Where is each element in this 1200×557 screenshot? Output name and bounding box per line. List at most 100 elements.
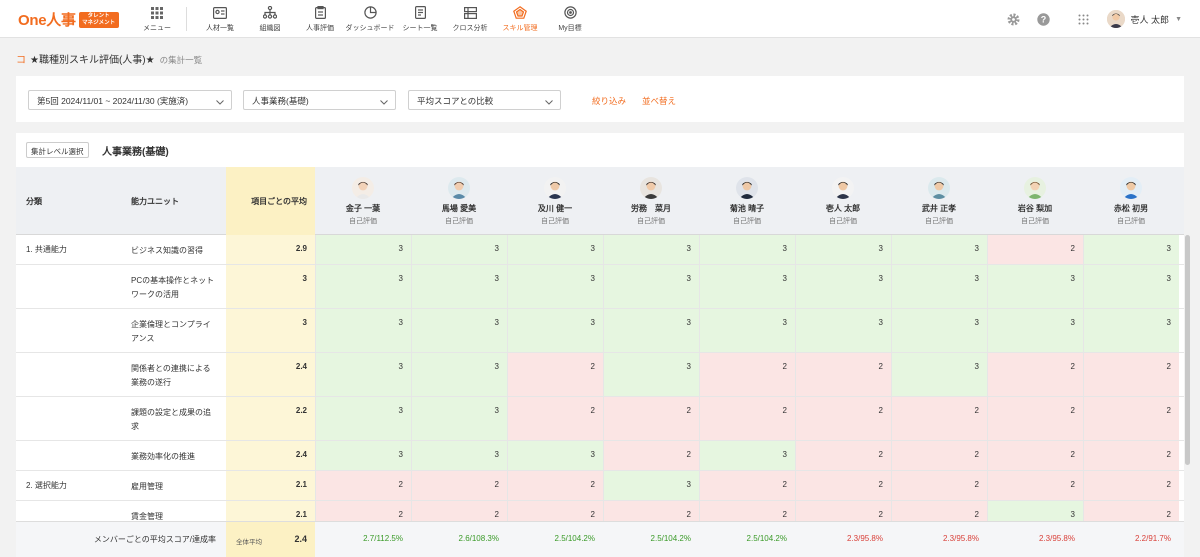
score-cell[interactable]: 2 — [1083, 441, 1179, 470]
score-cell[interactable]: 3 — [891, 309, 987, 352]
score-cell[interactable]: 3 — [603, 471, 699, 500]
score-cell[interactable]: 3 — [411, 309, 507, 352]
score-cell[interactable]: 2 — [795, 397, 891, 440]
nav-menu[interactable]: メニュー — [132, 0, 182, 38]
score-cell[interactable]: 3 — [411, 235, 507, 264]
member-header[interactable]: 金子 一葉 自己評価 — [315, 167, 411, 235]
member-header[interactable]: 馬場 愛美 自己評価 — [411, 167, 507, 235]
score-cell[interactable]: 2 — [987, 353, 1083, 396]
job-select[interactable]: 人事業務(基礎) — [243, 90, 396, 110]
member-header[interactable]: 武井 正孝 自己評価 — [891, 167, 987, 235]
score-cell[interactable]: 3 — [699, 309, 795, 352]
score-cell[interactable]: 2 — [411, 471, 507, 500]
score-cell[interactable]: 3 — [315, 441, 411, 470]
score-cell[interactable]: 2 — [603, 397, 699, 440]
score-cell[interactable]: 2 — [795, 471, 891, 500]
back-icon[interactable]: コ — [16, 51, 26, 66]
level-select-button[interactable]: 集計レベル選択 — [26, 142, 89, 158]
score-cell[interactable]: 3 — [699, 235, 795, 264]
member-header[interactable]: 及川 健一 自己評価 — [507, 167, 603, 235]
help-icon[interactable]: ? — [1037, 12, 1051, 26]
score-cell[interactable]: 2 — [891, 397, 987, 440]
score-cell[interactable]: 3 — [411, 441, 507, 470]
score-cell[interactable]: 2 — [795, 441, 891, 470]
score-cell[interactable]: 3 — [603, 235, 699, 264]
score-cell[interactable]: 3 — [315, 353, 411, 396]
score-cell[interactable]: 3 — [1083, 265, 1179, 308]
filter-link[interactable]: 絞り込み — [592, 95, 626, 107]
nav-skill-management[interactable]: スキル管理 — [495, 0, 545, 38]
score-cell[interactable]: 2 — [987, 441, 1083, 470]
header-avg[interactable]: 項目ごとの平均 — [226, 167, 315, 235]
app-logo[interactable]: One人事 タレント マネジメント — [18, 9, 119, 30]
member-header[interactable]: 岩谷 梨加 自己評価 — [987, 167, 1083, 235]
score-cell[interactable]: 3 — [411, 265, 507, 308]
member-header[interactable]: 壱人 太郎 自己評価 — [795, 167, 891, 235]
nav-cross-analysis[interactable]: クロス分析 — [445, 0, 495, 38]
score-cell[interactable]: 2 — [699, 471, 795, 500]
score-cell[interactable]: 3 — [411, 353, 507, 396]
score-cell[interactable]: 2 — [699, 397, 795, 440]
score-cell[interactable]: 2 — [891, 471, 987, 500]
score-cell[interactable]: 3 — [795, 235, 891, 264]
nav-dashboard[interactable]: ダッシュボード — [345, 0, 395, 38]
score-cell[interactable]: 2 — [507, 471, 603, 500]
score-cell[interactable]: 2 — [891, 441, 987, 470]
score-cell[interactable]: 3 — [891, 235, 987, 264]
member-header[interactable]: 赤松 初男 自己評価 — [1083, 167, 1179, 235]
score-cell[interactable]: 3 — [987, 309, 1083, 352]
score-cell[interactable]: 3 — [507, 441, 603, 470]
score-cell[interactable]: 3 — [603, 353, 699, 396]
score-cell[interactable]: 3 — [603, 265, 699, 308]
period-select[interactable]: 第5回 2024/11/01 ~ 2024/11/30 (実施済) — [28, 90, 232, 110]
score-cell[interactable]: 3 — [315, 235, 411, 264]
nav-people-list[interactable]: 人材一覧 — [195, 0, 245, 38]
user-menu[interactable]: 壱人 太郎 ▼ — [1106, 10, 1182, 28]
score-cell[interactable]: 2 — [315, 471, 411, 500]
score-cell[interactable]: 3 — [699, 265, 795, 308]
app-grid-icon[interactable] — [1077, 12, 1091, 26]
score-cell[interactable]: 3 — [795, 309, 891, 352]
score-cell[interactable]: 3 — [315, 265, 411, 308]
member-header[interactable]: 菊池 晴子 自己評価 — [699, 167, 795, 235]
score-cell[interactable]: 2 — [507, 353, 603, 396]
nav-evaluation[interactable]: 人事評価 — [295, 0, 345, 38]
score-cell[interactable]: 2 — [699, 353, 795, 396]
user-name: 壱人 太郎 — [1130, 14, 1170, 25]
nav-sheet-list[interactable]: シート一覧 — [395, 0, 445, 38]
score-cell[interactable]: 3 — [891, 265, 987, 308]
chevron-down-icon — [545, 97, 553, 107]
score-cell[interactable]: 3 — [795, 265, 891, 308]
score-cell[interactable]: 3 — [507, 309, 603, 352]
score-cell[interactable]: 3 — [507, 235, 603, 264]
score-cell[interactable]: 3 — [411, 397, 507, 440]
score-cell[interactable]: 2 — [603, 441, 699, 470]
nav-org-chart[interactable]: 組織図 — [245, 0, 295, 38]
score-cell[interactable]: 2 — [987, 471, 1083, 500]
score-cell[interactable]: 2 — [987, 235, 1083, 264]
table-row: 業務効率化の推進 2.4 3 3 3 2 3 2 2 2 2 — [16, 441, 1184, 471]
score-cell[interactable]: 3 — [507, 265, 603, 308]
score-cell[interactable]: 3 — [699, 441, 795, 470]
scrollbar[interactable] — [1185, 235, 1190, 465]
score-cell[interactable]: 3 — [603, 309, 699, 352]
score-cell[interactable]: 2 — [1083, 471, 1179, 500]
score-cell[interactable]: 2 — [507, 397, 603, 440]
avg-cell: 2.9 — [226, 235, 315, 264]
nav-my-goals[interactable]: My目標 — [545, 0, 595, 38]
page-subtitle: の集計一覧 — [159, 55, 203, 65]
score-cell[interactable]: 3 — [1083, 309, 1179, 352]
gear-icon[interactable] — [1007, 12, 1021, 26]
score-cell[interactable]: 2 — [987, 397, 1083, 440]
score-cell[interactable]: 2 — [1083, 353, 1179, 396]
compare-select[interactable]: 平均スコアとの比較 — [408, 90, 561, 110]
member-header[interactable]: 労務 菜月 自己評価 — [603, 167, 699, 235]
score-cell[interactable]: 2 — [795, 353, 891, 396]
score-cell[interactable]: 3 — [891, 353, 987, 396]
score-cell[interactable]: 3 — [1083, 235, 1179, 264]
score-cell[interactable]: 3 — [315, 309, 411, 352]
score-cell[interactable]: 3 — [315, 397, 411, 440]
score-cell[interactable]: 2 — [1083, 397, 1179, 440]
score-cell[interactable]: 3 — [987, 265, 1083, 308]
sort-link[interactable]: 並べ替え — [642, 95, 676, 107]
